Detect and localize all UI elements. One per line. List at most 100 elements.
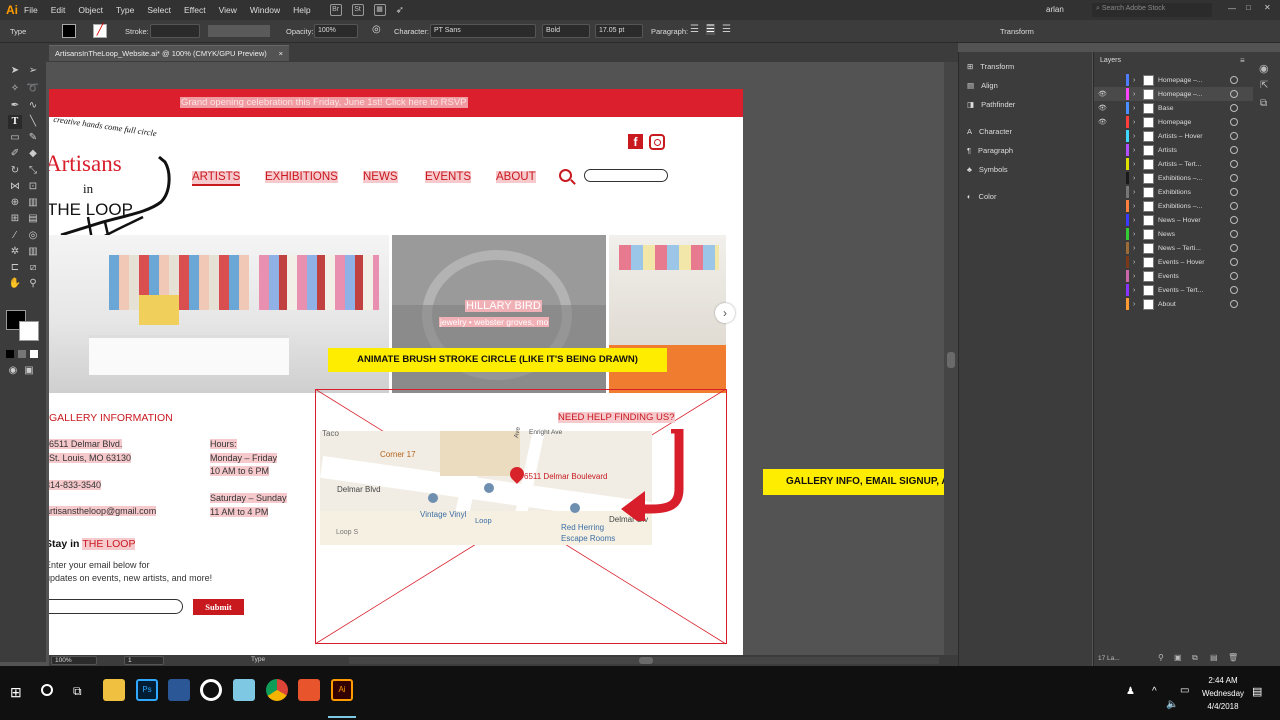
- graph-tool-icon[interactable]: ▥: [26, 245, 40, 259]
- font-size-field[interactable]: 17.05 pt: [595, 24, 643, 38]
- menu-window[interactable]: Window: [250, 5, 280, 15]
- layer-name[interactable]: Events: [1158, 273, 1230, 280]
- eraser-icon[interactable]: ◆: [26, 147, 40, 161]
- network-icon[interactable]: ▭: [1180, 685, 1189, 696]
- notes-app-icon[interactable]: [233, 679, 255, 701]
- panel-character[interactable]: A Character: [967, 127, 1012, 136]
- expand-chevron-icon[interactable]: ›: [1133, 217, 1143, 224]
- layer-target-icon[interactable]: [1230, 174, 1238, 182]
- layer-target-icon[interactable]: [1230, 258, 1238, 266]
- layer-row[interactable]: › News: [1094, 227, 1254, 241]
- email-signup-input[interactable]: [49, 599, 183, 614]
- panel-color[interactable]: ◐ Color: [967, 192, 996, 201]
- mesh-tool-icon[interactable]: ⊞: [8, 212, 22, 226]
- layer-target-icon[interactable]: [1230, 132, 1238, 140]
- layer-row[interactable]: › Exhibitions: [1094, 185, 1254, 199]
- layer-target-icon[interactable]: [1230, 76, 1238, 84]
- perspective-grid-icon[interactable]: ▥: [26, 196, 40, 210]
- font-style-field[interactable]: Bold: [542, 24, 590, 38]
- submit-button[interactable]: Submit: [193, 599, 244, 615]
- creative-cloud-app-icon[interactable]: [298, 679, 320, 701]
- direct-selection-tool-icon[interactable]: ➢: [26, 64, 40, 78]
- rectangle-tool-icon[interactable]: ▭: [8, 131, 22, 145]
- gradient-mode-icon[interactable]: [18, 350, 26, 358]
- magic-wand-icon[interactable]: ✧: [8, 82, 22, 96]
- stock-search-input[interactable]: ⌕ Search Adobe Stock: [1092, 3, 1212, 17]
- nav-events[interactable]: EVENTS: [425, 171, 472, 183]
- minimize-icon[interactable]: —: [1228, 4, 1236, 13]
- panel-align[interactable]: ▤ Align: [967, 81, 998, 90]
- gallery-phone[interactable]: 314-833-3540: [49, 480, 102, 490]
- rotate-tool-icon[interactable]: ↻: [8, 164, 22, 178]
- expand-chevron-icon[interactable]: ›: [1133, 189, 1143, 196]
- facebook-icon[interactable]: f: [628, 134, 643, 149]
- selection-tool-icon[interactable]: ➤: [8, 64, 22, 78]
- locate-object-icon[interactable]: ⚲: [1158, 653, 1164, 662]
- recolor-icon[interactable]: ◎: [372, 24, 381, 35]
- paintbrush-icon[interactable]: ✎: [26, 131, 40, 145]
- expand-chevron-icon[interactable]: ›: [1133, 259, 1143, 266]
- layer-row[interactable]: › Events: [1094, 269, 1254, 283]
- layer-name[interactable]: Events – Tert...: [1158, 287, 1230, 294]
- expand-chevron-icon[interactable]: ›: [1133, 273, 1143, 280]
- draw-mode-icon[interactable]: ◉: [6, 364, 20, 378]
- close-icon[interactable]: ✕: [1264, 3, 1271, 12]
- menu-object[interactable]: Object: [78, 5, 103, 15]
- expand-chevron-icon[interactable]: ›: [1133, 105, 1143, 112]
- layer-target-icon[interactable]: [1230, 286, 1238, 294]
- layer-name[interactable]: Exhibitions: [1158, 189, 1230, 196]
- fill-swatch[interactable]: [62, 24, 76, 38]
- layer-row[interactable]: › Exhibitions –...: [1094, 171, 1254, 185]
- export-icon[interactable]: ⇱: [1260, 80, 1268, 91]
- layer-row[interactable]: 👁 › Base: [1094, 101, 1254, 115]
- layer-target-icon[interactable]: [1230, 104, 1238, 112]
- stroke-swatch[interactable]: ╱: [93, 24, 107, 38]
- menu-file[interactable]: File: [24, 5, 38, 15]
- layer-name[interactable]: Homepage: [1158, 119, 1230, 126]
- layer-target-icon[interactable]: [1230, 202, 1238, 210]
- layer-target-icon[interactable]: [1230, 90, 1238, 98]
- menu-select[interactable]: Select: [147, 5, 171, 15]
- curvature-tool-icon[interactable]: ∿: [26, 99, 40, 113]
- artboard-tool-icon[interactable]: ⊏: [8, 261, 22, 275]
- delete-layer-icon[interactable]: 🗑: [1228, 653, 1238, 662]
- nav-artists[interactable]: ARTISTS: [192, 171, 241, 186]
- network-app-icon[interactable]: [168, 679, 190, 701]
- task-view-icon[interactable]: ⧉: [73, 684, 82, 699]
- panel-symbols[interactable]: ♣ Symbols: [967, 165, 1008, 174]
- hand-tool-icon[interactable]: ✋: [8, 277, 22, 291]
- expand-chevron-icon[interactable]: ›: [1133, 133, 1143, 140]
- expand-chevron-icon[interactable]: ›: [1133, 119, 1143, 126]
- panel-paragraph[interactable]: ¶ Paragraph: [967, 146, 1013, 155]
- illustrator-taskbar-icon[interactable]: Ai: [331, 679, 353, 701]
- cc-libraries-icon[interactable]: ◉: [1259, 62, 1269, 75]
- scale-tool-icon[interactable]: ⤡: [26, 164, 40, 178]
- vertical-scrollbar[interactable]: [944, 62, 958, 655]
- layer-row[interactable]: › Artists: [1094, 143, 1254, 157]
- layer-name[interactable]: Artists – Hover: [1158, 133, 1230, 140]
- stroke-color-icon[interactable]: [19, 321, 39, 341]
- none-mode-icon[interactable]: [30, 350, 38, 358]
- layer-name[interactable]: News: [1158, 231, 1230, 238]
- line-tool-icon[interactable]: ╲: [26, 115, 40, 129]
- layer-name[interactable]: Exhibitions –...: [1158, 203, 1230, 210]
- gpu-rocket-icon[interactable]: ➶: [396, 5, 404, 16]
- banner-text[interactable]: Grand opening celebration this Friday, J…: [180, 97, 468, 108]
- expand-chevron-icon[interactable]: ›: [1133, 231, 1143, 238]
- expand-chevron-icon[interactable]: ›: [1133, 147, 1143, 154]
- layer-target-icon[interactable]: [1230, 230, 1238, 238]
- menu-edit[interactable]: Edit: [51, 5, 66, 15]
- symbol-sprayer-icon[interactable]: ✲: [8, 245, 22, 259]
- expand-chevron-icon[interactable]: ›: [1133, 77, 1143, 84]
- align-center-icon[interactable]: ☰: [706, 24, 715, 35]
- gradient-tool-icon[interactable]: ▤: [26, 212, 40, 226]
- stroke-weight-field[interactable]: [150, 24, 200, 38]
- panel-pathfinder[interactable]: ◨ Pathfinder: [967, 100, 1015, 109]
- screen-mode-icon[interactable]: ▣: [22, 364, 36, 378]
- type-tool-icon[interactable]: T: [8, 115, 22, 129]
- artboards-icon[interactable]: ⧉: [1260, 98, 1267, 109]
- menu-effect[interactable]: Effect: [184, 5, 206, 15]
- photoshop-icon[interactable]: Ps: [136, 679, 158, 701]
- user-name[interactable]: arlan: [1046, 5, 1064, 14]
- layer-row[interactable]: 👁 › Homepage –...: [1094, 87, 1254, 101]
